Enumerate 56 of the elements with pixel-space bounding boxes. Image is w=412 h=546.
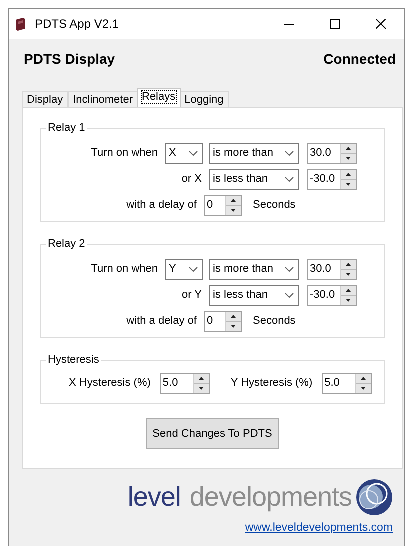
dropdown[interactable]: is less than bbox=[209, 284, 299, 306]
tab[interactable]: Logging bbox=[180, 91, 229, 107]
dropdown[interactable]: is more than bbox=[209, 258, 299, 280]
website-link[interactable]: www.leveldevelopments.com bbox=[245, 522, 393, 534]
group-title: Relay 1 bbox=[47, 122, 86, 134]
field-label: X Hysteresis (%) bbox=[69, 377, 151, 389]
down-arrow-icon[interactable] bbox=[226, 204, 241, 214]
tab[interactable]: Display bbox=[22, 91, 68, 107]
close-icon[interactable] bbox=[376, 19, 386, 29]
chevron-down-icon bbox=[285, 266, 294, 272]
logo-text: level bbox=[128, 482, 181, 513]
maximize-icon[interactable] bbox=[330, 19, 340, 29]
send-button[interactable]: Send Changes To PDTS bbox=[146, 418, 280, 449]
field-label: or X bbox=[180, 173, 203, 185]
spin-field[interactable]: 5.0 bbox=[160, 372, 210, 394]
field-label: with a delay of bbox=[126, 199, 198, 211]
chevron-down-icon bbox=[189, 150, 198, 156]
app-icon bbox=[15, 18, 26, 30]
group-title: Hysteresis bbox=[47, 354, 100, 366]
down-arrow-icon[interactable] bbox=[356, 382, 371, 392]
spin-field[interactable]: 0 bbox=[204, 310, 242, 332]
tab[interactable]: Inclinometer bbox=[68, 91, 138, 107]
unit-label: Seconds bbox=[253, 315, 296, 327]
down-arrow-icon[interactable] bbox=[226, 320, 241, 330]
chevron-down-icon bbox=[285, 176, 294, 182]
chevron-down-icon bbox=[189, 266, 198, 272]
field-label: Y Hysteresis (%) bbox=[230, 377, 313, 389]
chevron-down-icon bbox=[285, 292, 294, 298]
dropdown[interactable]: is more than bbox=[209, 142, 299, 164]
window-title: PDTS App V2.1 bbox=[35, 17, 120, 31]
spin-field[interactable]: -30.0 bbox=[307, 168, 357, 190]
spin-field[interactable]: 30.0 bbox=[307, 142, 357, 164]
group-title: Relay 2 bbox=[47, 238, 86, 250]
down-arrow-icon[interactable] bbox=[194, 382, 209, 392]
logo-text: developments bbox=[190, 482, 352, 513]
globe-icon bbox=[356, 479, 393, 516]
app-heading: PDTS Display bbox=[24, 51, 116, 69]
dropdown[interactable]: Y bbox=[165, 258, 203, 280]
field-label: Turn on when bbox=[90, 147, 159, 159]
tab[interactable]: Relays bbox=[137, 88, 181, 107]
spin-field[interactable]: 30.0 bbox=[307, 258, 357, 280]
field-label: with a delay of bbox=[126, 315, 198, 327]
unit-label: Seconds bbox=[253, 199, 296, 211]
down-arrow-icon[interactable] bbox=[341, 178, 356, 188]
down-arrow-icon[interactable] bbox=[341, 268, 356, 278]
down-arrow-icon[interactable] bbox=[341, 294, 356, 304]
chevron-down-icon bbox=[285, 150, 294, 156]
spin-field[interactable]: 0 bbox=[204, 194, 242, 216]
field-label: Turn on when bbox=[90, 263, 159, 275]
spin-field[interactable]: -30.0 bbox=[307, 284, 357, 306]
connection-status: Connected bbox=[324, 51, 396, 69]
dropdown[interactable]: is less than bbox=[209, 168, 299, 190]
field-label: or Y bbox=[181, 289, 203, 301]
spin-field[interactable]: 5.0 bbox=[322, 372, 372, 394]
dropdown[interactable]: X bbox=[165, 142, 203, 164]
down-arrow-icon[interactable] bbox=[341, 152, 356, 162]
